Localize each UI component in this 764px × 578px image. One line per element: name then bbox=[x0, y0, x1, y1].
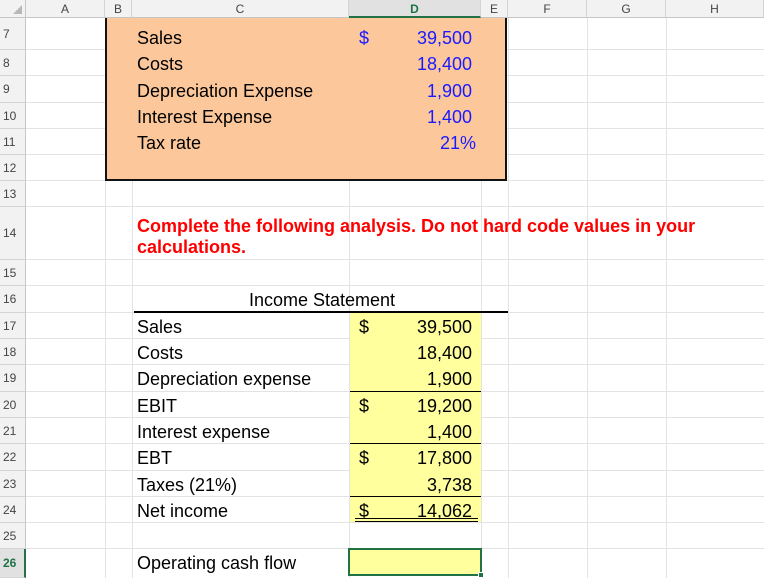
input-interest-value[interactable]: 1,400 bbox=[380, 108, 472, 126]
input-costs-value[interactable]: 18,400 bbox=[380, 55, 472, 73]
fill-handle[interactable] bbox=[478, 572, 484, 578]
row-header-9[interactable]: 9 bbox=[0, 76, 26, 103]
is-ebit-currency: $ bbox=[359, 396, 370, 416]
column-header-c[interactable]: C bbox=[132, 0, 349, 18]
column-header-e[interactable]: E bbox=[481, 0, 508, 18]
row-header-17[interactable]: 17 bbox=[0, 313, 26, 339]
row-header-8[interactable]: 8 bbox=[0, 50, 26, 76]
income-statement-title: Income Statement bbox=[248, 290, 396, 310]
row-header-10[interactable]: 10 bbox=[0, 103, 26, 129]
is-taxes-value[interactable]: 3,738 bbox=[380, 476, 472, 494]
row-header-25[interactable]: 25 bbox=[0, 523, 26, 549]
subtotal-line-ebt bbox=[350, 443, 481, 444]
double-underline-net-income bbox=[355, 518, 478, 522]
column-header-a[interactable]: A bbox=[26, 0, 105, 18]
is-ebit-value[interactable]: 19,200 bbox=[380, 397, 472, 415]
row-header-21[interactable]: 21 bbox=[0, 418, 26, 444]
is-depreciation-label[interactable]: Depreciation expense bbox=[137, 370, 311, 388]
is-ebt-value[interactable]: 17,800 bbox=[380, 449, 472, 467]
input-taxrate-value[interactable]: 21% bbox=[380, 134, 476, 152]
row-header-7[interactable]: 7 bbox=[0, 18, 26, 50]
row-header-23[interactable]: 23 bbox=[0, 471, 26, 497]
is-ebit-label[interactable]: EBIT bbox=[137, 397, 177, 415]
is-interest-value[interactable]: 1,400 bbox=[380, 423, 472, 441]
is-ebt-label[interactable]: EBT bbox=[137, 449, 172, 467]
is-sales-label[interactable]: Sales bbox=[137, 318, 182, 336]
row-header-14[interactable]: 14 bbox=[0, 207, 26, 260]
row-header-11[interactable]: 11 bbox=[0, 129, 26, 155]
subtotal-line-net-income bbox=[350, 496, 481, 497]
is-costs-label[interactable]: Costs bbox=[137, 344, 183, 362]
input-depreciation-value[interactable]: 1,900 bbox=[380, 82, 472, 100]
column-header-b[interactable]: B bbox=[105, 0, 132, 18]
row-header-20[interactable]: 20 bbox=[0, 392, 26, 418]
is-sales-currency: $ bbox=[359, 317, 370, 337]
row-header-15[interactable]: 15 bbox=[0, 260, 26, 286]
row-header-24[interactable]: 24 bbox=[0, 497, 26, 523]
instruction-text: Complete the following analysis. Do not … bbox=[137, 216, 696, 257]
is-net-income-label[interactable]: Net income bbox=[137, 502, 228, 520]
column-header-g[interactable]: G bbox=[587, 0, 666, 18]
input-sales-value[interactable]: 39,500 bbox=[380, 29, 472, 47]
select-all-corner[interactable] bbox=[0, 0, 26, 18]
row-header-18[interactable]: 18 bbox=[0, 339, 26, 365]
input-interest-label[interactable]: Interest Expense bbox=[137, 108, 272, 126]
input-sales-currency: $ bbox=[359, 28, 370, 48]
input-costs-label[interactable]: Costs bbox=[137, 55, 183, 73]
row-header-16[interactable]: 16 bbox=[0, 286, 26, 313]
column-header-h[interactable]: H bbox=[666, 0, 764, 18]
input-sales-label[interactable]: Sales bbox=[137, 29, 182, 47]
is-costs-value[interactable]: 18,400 bbox=[380, 344, 472, 362]
ocf-label[interactable]: Operating cash flow bbox=[137, 554, 296, 572]
row-header-26[interactable]: 26 bbox=[0, 549, 26, 578]
input-taxrate-label[interactable]: Tax rate bbox=[137, 134, 201, 152]
subtotal-line-ebit bbox=[350, 391, 481, 392]
is-ebt-currency: $ bbox=[359, 448, 370, 468]
ocf-active-cell[interactable] bbox=[348, 548, 482, 576]
column-header-f[interactable]: F bbox=[508, 0, 587, 18]
row-header-22[interactable]: 22 bbox=[0, 444, 26, 471]
row-header-12[interactable]: 12 bbox=[0, 155, 26, 181]
input-depreciation-label[interactable]: Depreciation Expense bbox=[137, 82, 313, 100]
is-interest-label[interactable]: Interest expense bbox=[137, 423, 270, 441]
column-header-d[interactable]: D bbox=[349, 0, 481, 18]
is-sales-value[interactable]: 39,500 bbox=[380, 318, 472, 336]
is-depreciation-value[interactable]: 1,900 bbox=[380, 370, 472, 388]
row-header-13[interactable]: 13 bbox=[0, 181, 26, 207]
row-header-19[interactable]: 19 bbox=[0, 365, 26, 392]
is-taxes-label[interactable]: Taxes (21%) bbox=[137, 476, 237, 494]
